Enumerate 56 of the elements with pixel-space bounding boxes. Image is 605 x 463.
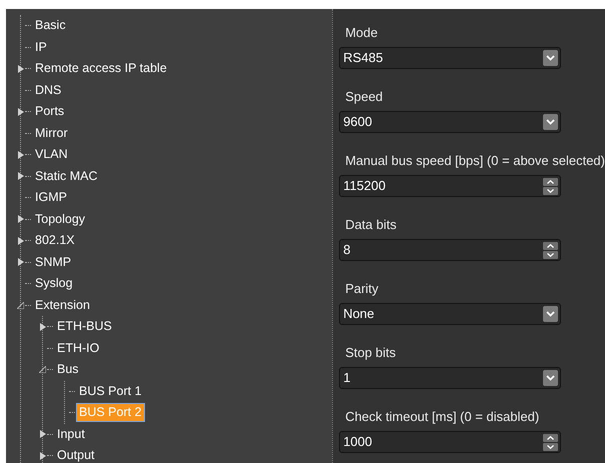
- tree-item[interactable]: Syslog: [32, 274, 76, 294]
- expand-arrow-icon[interactable]: [38, 430, 47, 439]
- spin-up-icon[interactable]: [543, 434, 558, 442]
- tree-item[interactable]: Mirror: [32, 124, 71, 143]
- expand-arrow-icon[interactable]: [38, 322, 47, 332]
- expand-arrow-icon[interactable]: [16, 107, 25, 116]
- dropdown-chevron-icon[interactable]: [543, 306, 558, 322]
- expand-arrow-icon[interactable]: [16, 258, 25, 267]
- dropdown-field[interactable]: 9600: [339, 111, 562, 133]
- field-label: Data bits: [344, 216, 398, 234]
- number-field[interactable]: 115200: [339, 175, 562, 197]
- number-field[interactable]: 1000: [339, 431, 562, 453]
- tree-item[interactable]: Basic: [32, 16, 69, 36]
- dropdown-chevron-icon[interactable]: [543, 370, 558, 386]
- field-label: Stop bits: [344, 344, 397, 362]
- dropdown-field[interactable]: None: [339, 303, 562, 325]
- field-label: Mode: [344, 24, 379, 42]
- dropdown-chevron-icon[interactable]: [543, 114, 558, 130]
- field-label: Check timeout [ms] (0 = disabled): [344, 408, 540, 426]
- tree-item[interactable]: ETH-BUS: [54, 317, 115, 336]
- tree-item[interactable]: SNMP: [32, 252, 74, 272]
- tree-item[interactable]: Input: [54, 424, 88, 444]
- spin-down-icon[interactable]: [543, 250, 558, 258]
- tree-item[interactable]: VLAN: [32, 145, 71, 164]
- spin-up-icon[interactable]: [543, 178, 558, 186]
- expand-arrow-icon[interactable]: [16, 64, 25, 74]
- field-label: Manual bus speed [bps] (0 = above selected): [344, 152, 605, 170]
- dropdown-field[interactable]: RS485: [339, 47, 562, 69]
- tree-item[interactable]: Output: [54, 446, 98, 463]
- spin-down-icon[interactable]: [543, 186, 558, 194]
- field-label: Speed: [344, 88, 384, 106]
- tree-item[interactable]: Bus: [54, 360, 82, 380]
- dropdown-chevron-icon[interactable]: [543, 50, 558, 66]
- expand-arrow-icon[interactable]: [16, 236, 25, 246]
- tree-item[interactable]: Topology: [32, 210, 88, 229]
- tree-item[interactable]: BUS Port 1: [76, 382, 145, 401]
- field-label: Parity: [344, 280, 380, 298]
- tree-item[interactable]: 802.1X: [32, 231, 78, 250]
- spin-down-icon[interactable]: [543, 442, 558, 450]
- tree-item[interactable]: Ports: [32, 102, 68, 122]
- tree-item[interactable]: ETH-IO: [54, 338, 102, 358]
- expand-arrow-icon[interactable]: [16, 172, 25, 181]
- tree-item[interactable]: Extension: [32, 296, 93, 315]
- collapse-arrow-icon[interactable]: [38, 365, 47, 374]
- spin-up-icon[interactable]: [543, 242, 558, 250]
- tree-item[interactable]: Static MAC: [32, 166, 101, 186]
- tree-item[interactable]: DNS: [32, 80, 64, 100]
- tree-item[interactable]: IGMP: [32, 188, 70, 208]
- tree-item[interactable]: Remote access IP table: [32, 59, 170, 78]
- tree-item[interactable]: IP: [32, 38, 50, 57]
- expand-arrow-icon[interactable]: [16, 214, 25, 224]
- dropdown-field[interactable]: 1: [339, 367, 562, 389]
- expand-arrow-icon[interactable]: [38, 451, 47, 460]
- collapse-arrow-icon[interactable]: [16, 300, 25, 310]
- number-field[interactable]: 8: [339, 239, 562, 261]
- expand-arrow-icon[interactable]: [16, 150, 25, 160]
